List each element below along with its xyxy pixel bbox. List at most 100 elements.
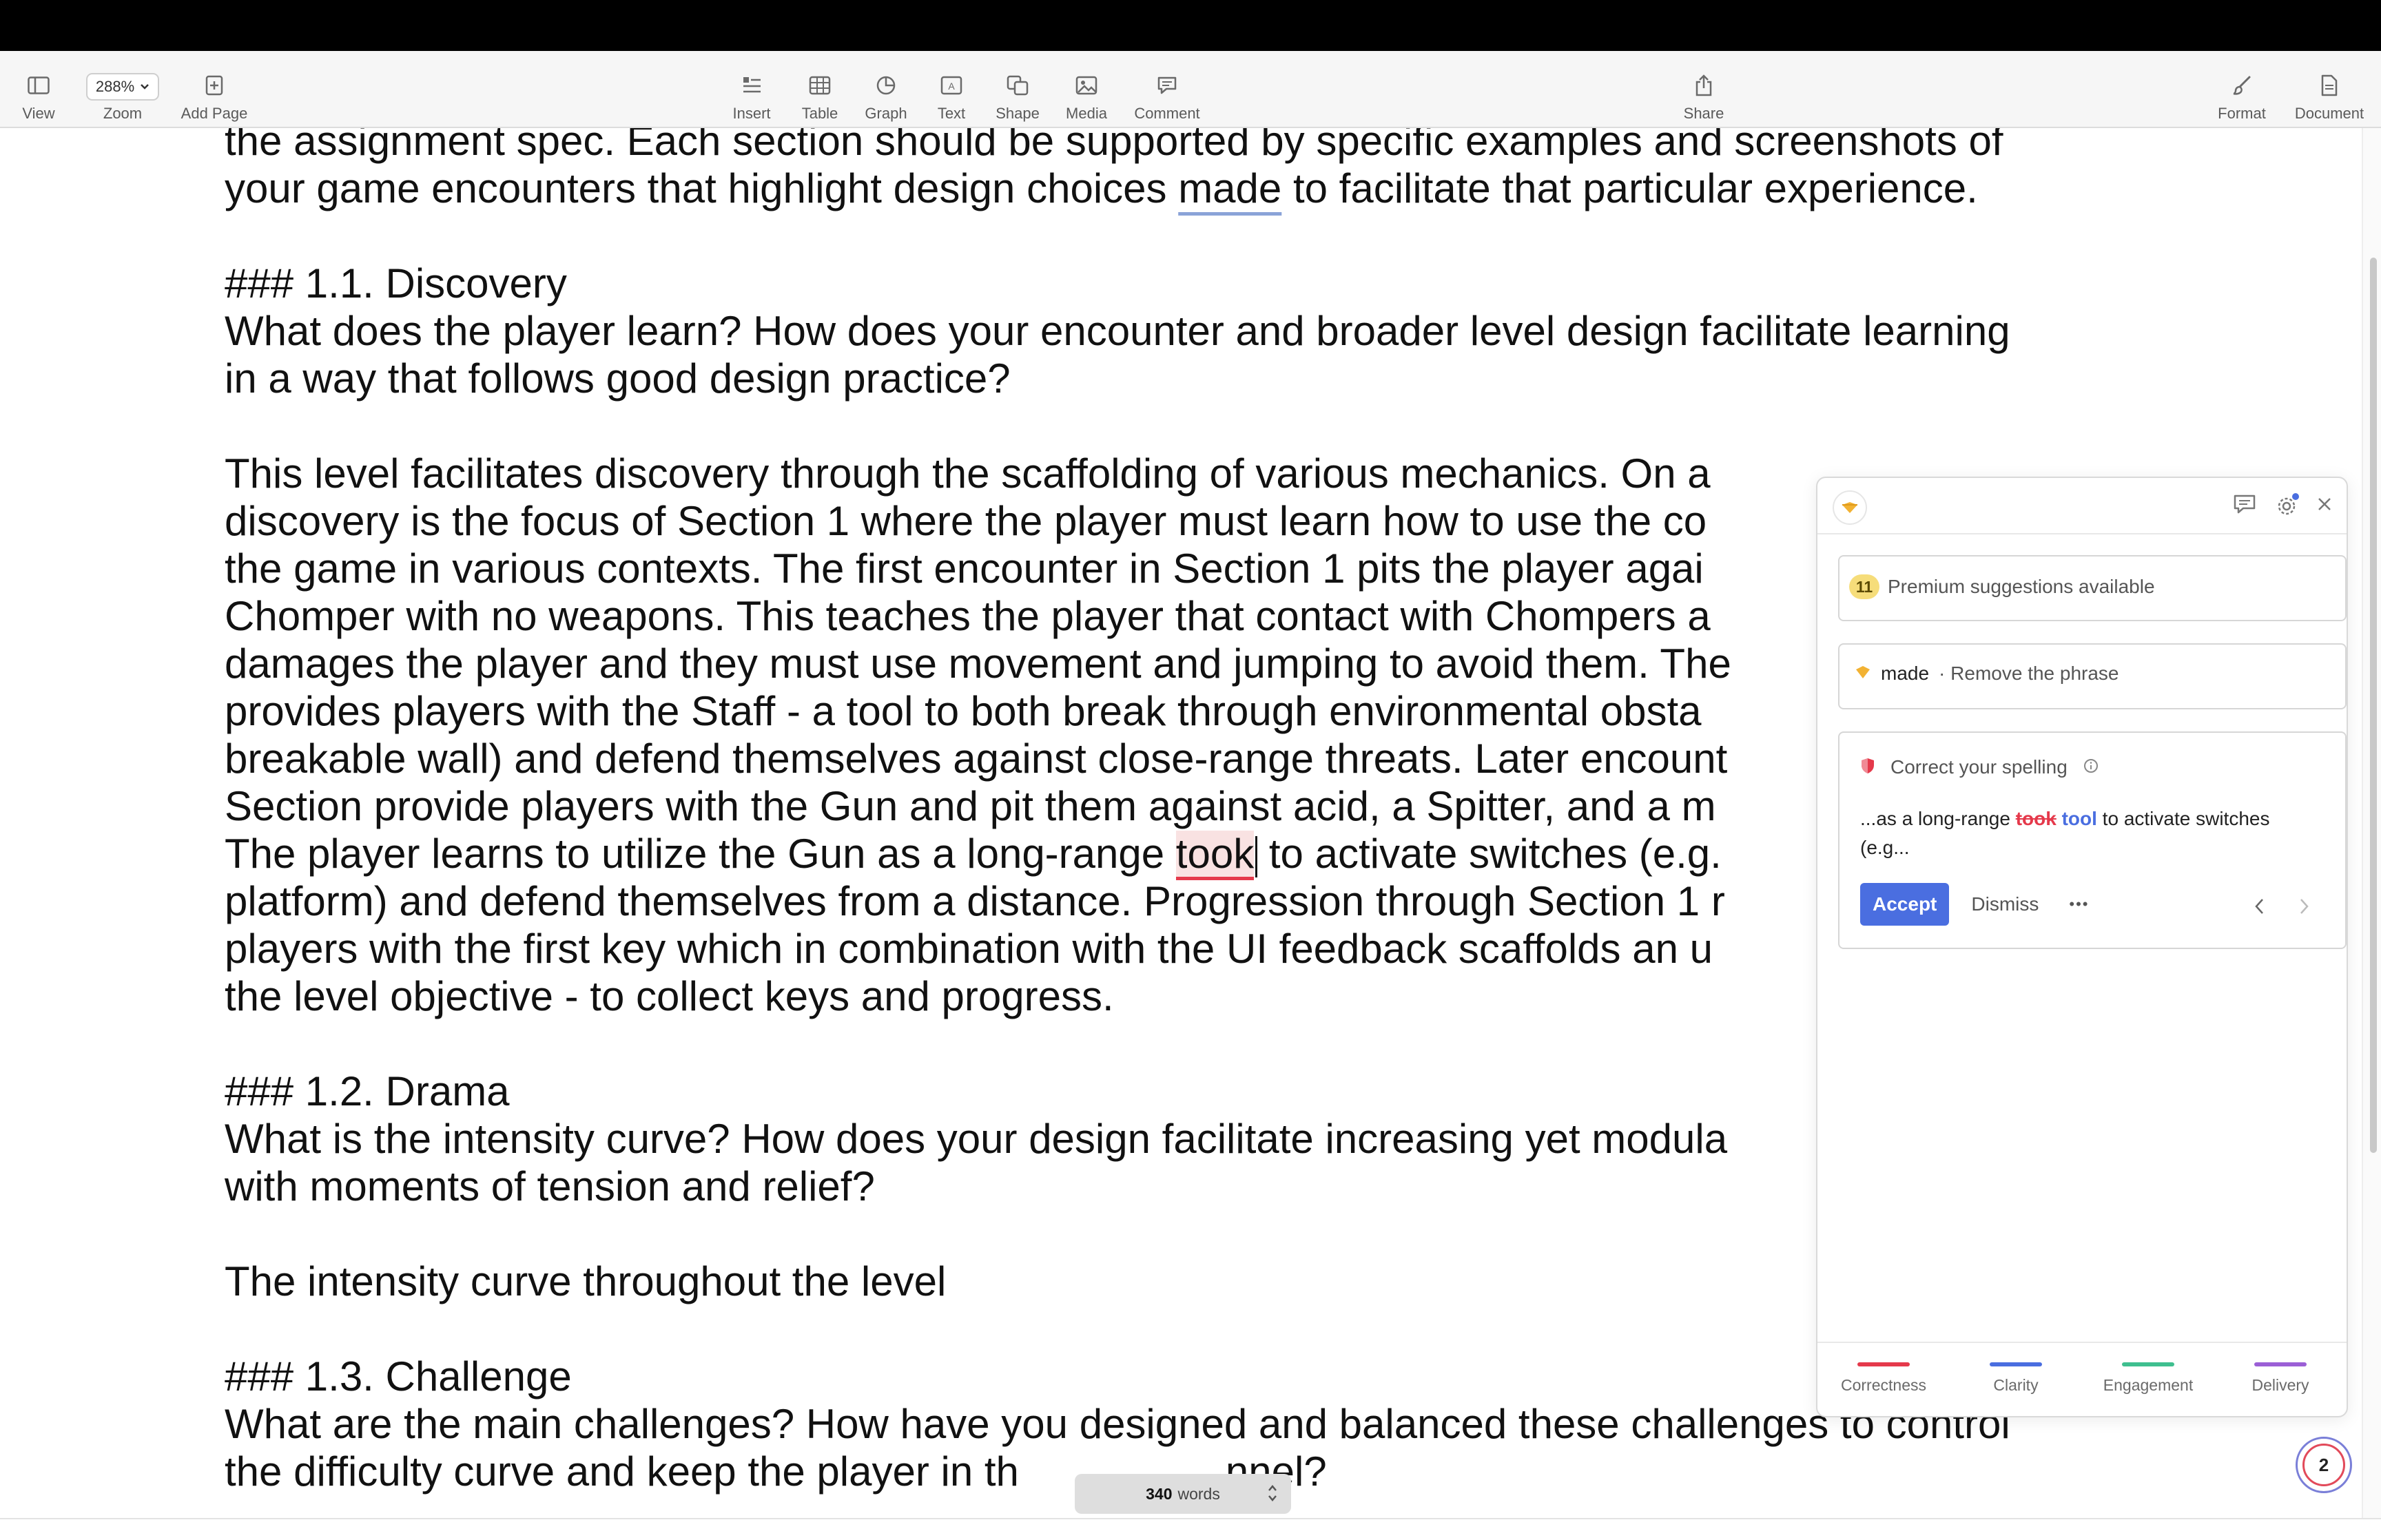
- delivery-bar: [2254, 1362, 2307, 1366]
- share-icon: [1694, 69, 1713, 102]
- tab-label: Engagement: [2103, 1376, 2194, 1394]
- text-fragment: The player learns to utilize the Gun as …: [225, 831, 1176, 877]
- svg-text:A: A: [948, 81, 955, 92]
- shape-label: Shape: [996, 105, 1040, 122]
- premium-suggestions-card[interactable]: 11 Premium suggestions available: [1838, 555, 2347, 621]
- text-fragment: to activate switches (e.g.: [1257, 831, 1722, 877]
- made-flagged-word[interactable]: made: [1178, 165, 1281, 211]
- view-button[interactable]: View: [10, 51, 68, 127]
- grammarly-floating-button[interactable]: 2: [2296, 1437, 2352, 1493]
- grammarly-logo-icon: [1833, 490, 1867, 525]
- word-count-control[interactable]: 340 words: [1075, 1474, 1291, 1514]
- correctness-bar: [1857, 1362, 1910, 1366]
- scrollbar-thumb[interactable]: [2370, 258, 2377, 1153]
- word-count-label: words: [1177, 1484, 1220, 1503]
- text-label: Text: [937, 105, 966, 122]
- vertical-scrollbar[interactable]: [2362, 127, 2381, 1518]
- shape-button[interactable]: Shape: [992, 51, 1043, 127]
- zoom-select[interactable]: 288%: [85, 73, 160, 101]
- add-page-button[interactable]: Add Page: [176, 51, 252, 127]
- chevron-left-icon[interactable]: [2253, 897, 2265, 919]
- spelling-suggestion-card[interactable]: Correct your spelling ...as a long-range…: [1838, 731, 2347, 949]
- word-count-value: 340: [1146, 1484, 1173, 1503]
- insert-icon: [741, 69, 762, 102]
- tab-delivery[interactable]: Delivery: [2214, 1343, 2347, 1416]
- text-fragment: the difficulty curve and keep the player…: [225, 1448, 1019, 1495]
- shape-icon: [1007, 69, 1029, 102]
- suggestion-count-badge: 2: [2318, 1454, 2329, 1475]
- made-suggestion-card[interactable]: made · Remove the phrase: [1838, 643, 2347, 709]
- spelling-title: Correct your spelling: [1890, 756, 2068, 778]
- category-tabs: Correctness Clarity Engagement Delivery: [1817, 1342, 2347, 1416]
- text-line: the assignment spec. Each section should…: [225, 127, 2003, 164]
- grammarly-panel: 11 Premium suggestions available made · …: [1816, 477, 2348, 1417]
- text-line: What does the player learn? How does you…: [225, 308, 2010, 354]
- comment-label: Comment: [1134, 105, 1200, 122]
- info-icon[interactable]: [2083, 758, 2099, 778]
- format-button[interactable]: Format: [2213, 51, 2271, 127]
- text-fragment: to facilitate that particular experience…: [1281, 165, 1978, 211]
- shield-icon: [1860, 757, 1875, 778]
- close-icon[interactable]: [2316, 496, 2333, 516]
- heading-discovery: ### 1.1. Discovery: [225, 260, 567, 306]
- table-button[interactable]: Table: [795, 51, 845, 127]
- add-page-icon: [205, 69, 223, 102]
- context-fix-word[interactable]: tool: [2062, 808, 2097, 829]
- zoom-control[interactable]: 288% Zoom: [80, 51, 165, 127]
- bottom-bar: [0, 1518, 2381, 1540]
- document-label: Document: [2294, 105, 2364, 122]
- made-suggestion-text: · Remove the phrase: [1939, 663, 2119, 684]
- graph-label: Graph: [865, 105, 907, 122]
- text-box-icon: A: [940, 69, 962, 102]
- text-line: your game encounters that highlight desi…: [225, 165, 2154, 212]
- clarity-bar: [1990, 1362, 2042, 1366]
- tab-clarity[interactable]: Clarity: [1950, 1343, 2082, 1416]
- panel-header: [1817, 478, 2347, 534]
- accept-button[interactable]: Accept: [1860, 883, 1950, 926]
- share-label: Share: [1683, 105, 1724, 122]
- add-page-label: Add Page: [181, 105, 248, 122]
- graph-icon: [876, 69, 896, 102]
- media-icon: [1075, 69, 1097, 102]
- tab-label: Correctness: [1841, 1376, 1926, 1394]
- document-icon: [2320, 69, 2338, 102]
- text-fragment: your game encounters that highlight desi…: [225, 165, 1179, 211]
- context-suffix: to activate switches: [2096, 808, 2270, 829]
- sidebar-icon: [28, 69, 50, 102]
- tab-label: Delivery: [2251, 1376, 2309, 1394]
- text-line: in a way that follows good design practi…: [225, 355, 1011, 402]
- settings-gear-icon[interactable]: [2275, 493, 2300, 521]
- more-options-button[interactable]: •••: [2069, 895, 2089, 913]
- media-button[interactable]: Media: [1061, 51, 1112, 127]
- tab-correctness[interactable]: Correctness: [1817, 1343, 1950, 1416]
- diamond-icon: [1855, 665, 1871, 683]
- context-prefix: ...as a long-range: [1860, 808, 2016, 829]
- comment-icon: [1157, 69, 1177, 102]
- zoom-value: 288%: [95, 78, 135, 95]
- insert-button[interactable]: Insert: [726, 51, 777, 127]
- text-button[interactable]: A Text: [927, 51, 976, 127]
- document-button[interactable]: Document: [2287, 51, 2371, 127]
- share-button[interactable]: Share: [1677, 51, 1731, 127]
- comment-button[interactable]: Comment: [1128, 51, 1206, 127]
- engagement-bar: [2122, 1362, 2174, 1366]
- made-word: made: [1881, 663, 1930, 684]
- dismiss-button[interactable]: Dismiss: [1971, 893, 2039, 915]
- insert-label: Insert: [732, 105, 771, 122]
- up-down-arrows-icon: [1268, 1484, 1277, 1503]
- zoom-label: Zoom: [103, 105, 143, 122]
- tab-engagement[interactable]: Engagement: [2082, 1343, 2214, 1416]
- format-label: Format: [2218, 105, 2266, 122]
- table-icon: [809, 69, 831, 102]
- chevron-right-icon[interactable]: [2298, 897, 2311, 919]
- chevron-down-icon: [140, 83, 150, 90]
- premium-text: Premium suggestions available: [1888, 576, 2155, 597]
- context-wrong-word: took: [2015, 808, 2057, 829]
- premium-count-badge: 11: [1849, 574, 1879, 599]
- view-label: View: [22, 105, 55, 122]
- graph-button[interactable]: Graph: [861, 51, 911, 127]
- window-top-bar: [0, 0, 2381, 51]
- tab-label: Clarity: [1993, 1376, 2039, 1394]
- took-misspelled-word[interactable]: took: [1175, 831, 1255, 880]
- feedback-icon[interactable]: [2232, 493, 2257, 519]
